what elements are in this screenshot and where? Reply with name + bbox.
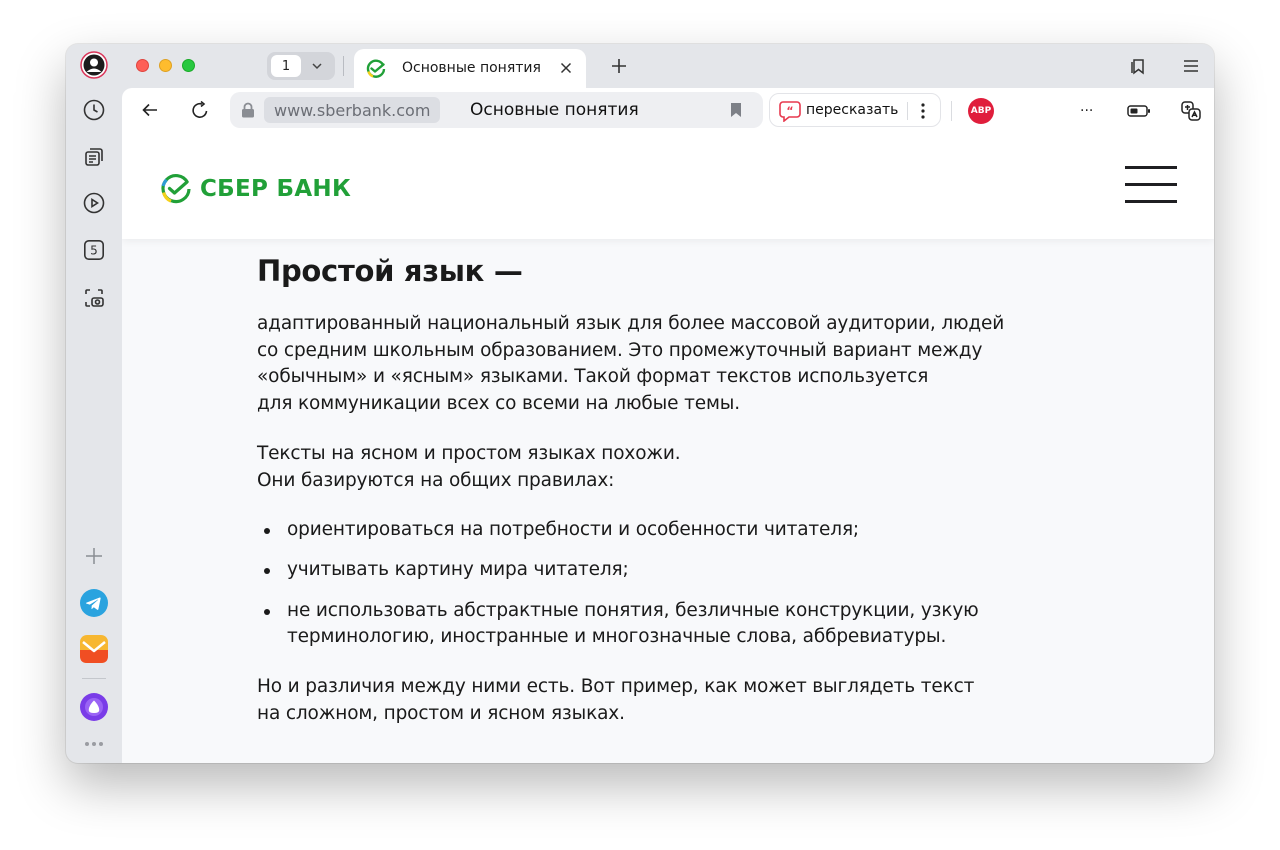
more-vertical-icon[interactable] <box>921 102 925 120</box>
list-item-line: не использовать абстрактные понятия, без… <box>287 599 979 621</box>
lock-icon <box>242 102 254 118</box>
svg-text:5: 5 <box>90 244 98 258</box>
paragraph-line: Тексты на ясном и простом языках похожи. <box>257 442 681 464</box>
history-icon[interactable] <box>80 96 108 124</box>
retell-divider <box>907 102 908 120</box>
window-close-button[interactable] <box>136 59 149 72</box>
tab-active[interactable]: Основные понятия <box>354 49 586 88</box>
article: Простой язык — адаптированный национальн… <box>257 254 1057 727</box>
plus-icon <box>612 59 626 73</box>
rules-list: ориентироваться на потребности и особенн… <box>257 517 1057 651</box>
browser-sidebar: 5 <box>66 44 122 763</box>
retell-icon: “ <box>779 101 801 122</box>
sber-logo-icon <box>161 174 191 204</box>
sidebar-divider <box>82 678 106 679</box>
adblock-extension-icon[interactable]: ABP <box>968 98 994 124</box>
arrow-left-icon <box>142 103 157 117</box>
close-icon[interactable] <box>560 62 572 74</box>
paragraph-similarity: Тексты на ясном и простом языках похожи.… <box>257 441 1057 494</box>
logo-text: СБЕР БАНК <box>200 176 352 202</box>
titlebar-divider <box>343 56 344 76</box>
page-content: СБЕР БАНК Простой язык — адаптированный … <box>122 133 1214 763</box>
site-header: СБЕР БАНК <box>122 133 1214 239</box>
list-item-line: терминологию, иностранные и многозначные… <box>287 626 947 648</box>
sber-favicon-icon <box>366 59 386 78</box>
paragraph-line: для коммуникации всех со всеми на любые … <box>257 393 740 415</box>
bookmarks-icon[interactable] <box>1126 54 1150 78</box>
screenshot-icon[interactable] <box>80 284 108 312</box>
list-item-line: учитывать картину мира читателя; <box>287 559 629 581</box>
telegram-icon[interactable] <box>80 589 108 617</box>
paragraph-line: адаптированный национальный язык для бол… <box>257 313 1005 334</box>
more-icon[interactable] <box>80 730 108 758</box>
battery-icon <box>1127 105 1150 117</box>
list-item: не использовать абстрактные понятия, без… <box>257 598 1057 651</box>
paragraph-line: Они базируются на общих правилах: <box>257 469 615 491</box>
battery-saver-icon[interactable] <box>1125 97 1153 125</box>
address-bar[interactable]: www.sberbank.com Основные понятия <box>230 92 763 128</box>
paragraph-definition: адаптированный национальный язык для бол… <box>257 311 1057 418</box>
tab-counter-button[interactable]: 1 <box>267 52 335 80</box>
retell-label: пересказать <box>806 102 899 118</box>
new-tab-button[interactable] <box>605 52 633 80</box>
url-domain[interactable]: www.sberbank.com <box>264 97 441 123</box>
mail-icon[interactable] <box>80 635 108 663</box>
retell-button[interactable]: “ пересказать <box>769 93 941 127</box>
address-page-title: Основные понятия <box>470 100 639 120</box>
titlebar: 1 Основные понятия <box>122 44 1214 88</box>
alice-icon[interactable] <box>80 693 108 721</box>
svg-text:“: “ <box>786 105 793 118</box>
tab-count: 1 <box>271 55 301 77</box>
tab-title: Основные понятия <box>402 60 541 76</box>
back-button[interactable] <box>136 96 164 124</box>
browser-window: 5 1 Основные понятия www.sberbank.com Ос… <box>66 44 1214 763</box>
toolbar: www.sberbank.com Основные понятия “ пере… <box>122 88 1214 133</box>
window-minimize-button[interactable] <box>159 59 172 72</box>
add-panel-icon[interactable] <box>80 542 108 570</box>
bookmark-icon[interactable] <box>730 102 742 118</box>
paragraph-line: на сложном, простом и ясном языках. <box>257 702 625 724</box>
paragraph-line: со средним школьным образованием. Это пр… <box>257 339 983 361</box>
site-menu-button[interactable] <box>1125 166 1177 204</box>
list-item-line: ориентироваться на потребности и особенн… <box>287 519 860 541</box>
translate-icon[interactable] <box>1177 97 1205 125</box>
counter-five-icon[interactable]: 5 <box>80 236 108 264</box>
article-heading: Простой язык — <box>257 254 523 288</box>
extensions-more[interactable]: ... <box>1080 99 1093 115</box>
toolbar-divider <box>951 101 952 121</box>
list-item: ориентироваться на потребности и особенн… <box>257 517 1057 544</box>
collections-icon[interactable] <box>80 143 108 171</box>
paragraph-difference: Но и различия между ними есть. Вот приме… <box>257 674 1057 727</box>
reload-icon <box>192 100 208 118</box>
window-maximize-button[interactable] <box>182 59 195 72</box>
reload-button[interactable] <box>186 96 214 124</box>
paragraph-line: Но и различия между ними есть. Вот приме… <box>257 676 975 698</box>
paragraph-line: «обычным» и «ясным» языками. Такой форма… <box>257 366 929 388</box>
video-icon[interactable] <box>80 189 108 217</box>
profile-avatar[interactable] <box>80 51 108 79</box>
menu-icon[interactable] <box>1179 54 1203 78</box>
chevron-down-icon <box>312 63 322 70</box>
sber-logo[interactable]: СБЕР БАНК <box>160 173 351 205</box>
list-item: учитывать картину мира читателя; <box>257 557 1057 584</box>
